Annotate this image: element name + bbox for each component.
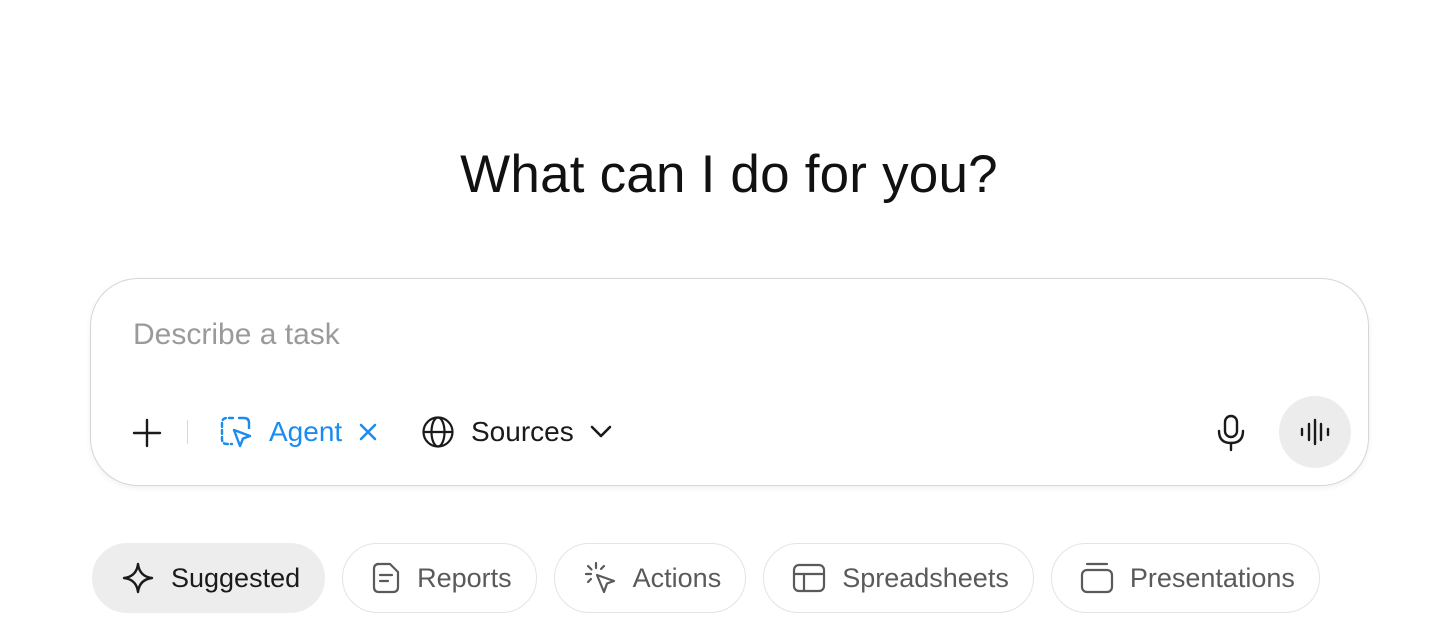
voice-mode-button[interactable] (1279, 396, 1351, 468)
tab-suggested[interactable]: Suggested (92, 543, 326, 613)
document-icon (371, 562, 401, 594)
plus-icon (132, 418, 162, 448)
tab-label: Reports (417, 562, 512, 593)
agent-mode-chip[interactable]: Agent (219, 411, 378, 453)
close-icon (359, 423, 377, 441)
category-tabs: Suggested Reports Actions Spreadsheets P… (92, 543, 1320, 615)
task-composer: Agent Sources (90, 278, 1369, 486)
chevron-down-icon (590, 425, 612, 439)
tab-label: Presentations (1129, 562, 1295, 593)
table-icon (792, 563, 826, 593)
sources-label: Sources (471, 416, 574, 447)
globe-icon (422, 416, 454, 448)
agent-cursor-icon (220, 416, 252, 448)
slides-icon (1080, 562, 1114, 594)
agent-label: Agent (269, 416, 343, 447)
page-title: What can I do for you? (460, 145, 998, 204)
tab-actions[interactable]: Actions (553, 543, 747, 613)
page: What can I do for you? Agent (0, 0, 1430, 628)
tab-label: Spreadsheets (842, 562, 1009, 593)
microphone-icon (1217, 414, 1245, 452)
tab-label: Actions (632, 562, 722, 593)
sparkle-icon (121, 561, 155, 595)
voice-waveform-icon (1300, 418, 1330, 446)
sources-dropdown[interactable]: Sources (421, 411, 612, 453)
tab-spreadsheets[interactable]: Spreadsheets (763, 543, 1034, 613)
tab-reports[interactable]: Reports (342, 543, 537, 613)
microphone-button[interactable] (1209, 411, 1253, 455)
add-button[interactable] (127, 413, 167, 453)
toolbar-divider (187, 420, 188, 444)
remove-agent-button[interactable] (358, 422, 378, 442)
tab-label: Suggested (171, 562, 301, 593)
task-input[interactable] (133, 311, 1133, 359)
tab-presentations[interactable]: Presentations (1050, 543, 1320, 613)
click-cursor-icon (583, 561, 617, 595)
